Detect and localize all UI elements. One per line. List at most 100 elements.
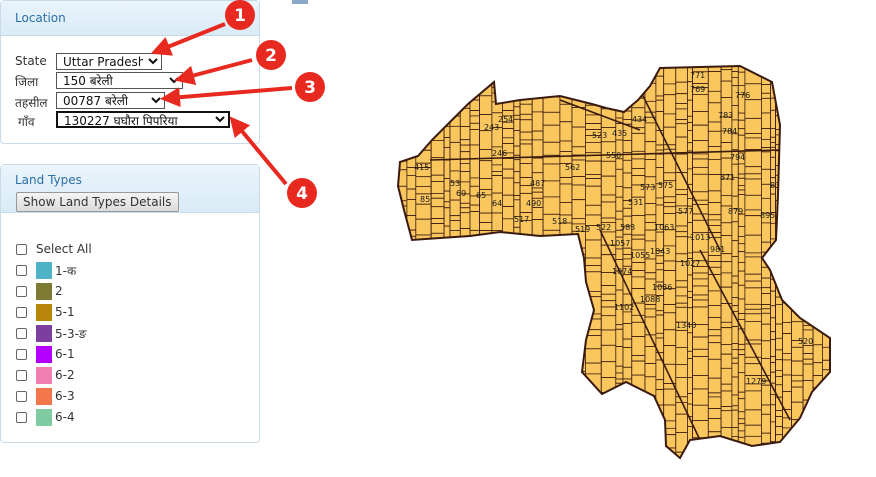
- parcel: [513, 159, 521, 173]
- parcel: [443, 240, 451, 254]
- parcel: [791, 115, 804, 124]
- parcel: [731, 348, 739, 359]
- parcel: [731, 394, 739, 407]
- parcel: [559, 281, 573, 299]
- parcel: [585, 290, 602, 298]
- parcel: [443, 440, 451, 456]
- parcel: [585, 204, 602, 216]
- parcel: [831, 84, 846, 89]
- callout-1: 1: [234, 6, 246, 26]
- parcel: [737, 450, 746, 458]
- parcel: [831, 432, 846, 437]
- plot-number-label: 64: [492, 199, 502, 208]
- parcel: [519, 293, 533, 311]
- parcel: [585, 76, 602, 90]
- parcel: [415, 275, 432, 291]
- parcel: [406, 66, 417, 71]
- parcel: [770, 290, 776, 307]
- parcel: [687, 115, 694, 124]
- parcel: [631, 360, 646, 376]
- parcel: [631, 238, 646, 251]
- parcel: [449, 275, 461, 284]
- parcel: [519, 345, 533, 351]
- parcel: [791, 195, 804, 201]
- parcel: [459, 144, 471, 153]
- parcel: [822, 240, 830, 251]
- parcel: [782, 265, 792, 285]
- parcel: [459, 391, 471, 408]
- parcel: [513, 396, 521, 409]
- parcel: [415, 218, 432, 236]
- parcel: [501, 410, 515, 429]
- parcel: [737, 261, 746, 272]
- parcel: [513, 345, 521, 365]
- parcel: [443, 316, 451, 336]
- parcel: [430, 278, 445, 284]
- parcel: [644, 363, 657, 378]
- parcel: [501, 194, 515, 207]
- parcel: [782, 184, 792, 197]
- parcel: [692, 294, 709, 301]
- plot-number-label: 562: [565, 163, 580, 172]
- parcel: [406, 174, 417, 190]
- parcel: [449, 261, 461, 277]
- parcel: [513, 130, 521, 147]
- parcel: [398, 82, 408, 92]
- parcel: [479, 401, 493, 411]
- parcel: [770, 249, 776, 258]
- parcel: [687, 274, 694, 292]
- parcel: [443, 252, 451, 272]
- parcel: [615, 185, 624, 198]
- parcel: [775, 369, 783, 377]
- parcel: [687, 168, 694, 185]
- parcel: [600, 455, 617, 458]
- parcel: [822, 249, 830, 267]
- parcel: [406, 137, 417, 157]
- callout-4: 4: [296, 184, 308, 204]
- parcel: [707, 121, 722, 132]
- parcel: [519, 454, 533, 458]
- parcel: [622, 457, 633, 458]
- parcel: [631, 158, 646, 169]
- plot-number-label: 517: [514, 215, 529, 224]
- parcel: [770, 317, 776, 333]
- parcel: [761, 287, 771, 294]
- parcel: [449, 241, 461, 263]
- parcel: [531, 310, 544, 318]
- parcel: [542, 258, 561, 264]
- parcel: [600, 217, 617, 223]
- parcel: [449, 390, 461, 406]
- plot-number-label: 769: [690, 85, 705, 94]
- parcel: [831, 101, 846, 115]
- parcel: [459, 286, 471, 296]
- parcel: [430, 123, 445, 129]
- parcel: [398, 403, 408, 413]
- parcel: [761, 222, 771, 243]
- parcel: [720, 383, 733, 392]
- parcel: [531, 66, 544, 69]
- parcel: [398, 357, 408, 366]
- parcel: [720, 222, 733, 236]
- parcel: [737, 235, 746, 245]
- parcel: [531, 187, 544, 193]
- parcel: [398, 136, 408, 151]
- parcel: [430, 329, 445, 342]
- parcel: [812, 415, 823, 432]
- parcel: [519, 143, 533, 165]
- parcel: [615, 324, 624, 330]
- parcel: [720, 69, 733, 82]
- parcel: [559, 368, 573, 386]
- parcel: [406, 395, 417, 408]
- parcel: [398, 90, 408, 103]
- parcel: [531, 394, 544, 414]
- parcel: [663, 83, 677, 96]
- parcel: [615, 248, 624, 260]
- parcel: [744, 173, 762, 180]
- parcel: [430, 192, 445, 199]
- parcel: [812, 144, 823, 165]
- parcel: [430, 296, 445, 304]
- parcel: [655, 99, 665, 112]
- parcel: [513, 195, 521, 201]
- village-map[interactable]: 771769776783784794871839879 8959811074108…: [0, 0, 876, 477]
- parcel: [519, 442, 533, 456]
